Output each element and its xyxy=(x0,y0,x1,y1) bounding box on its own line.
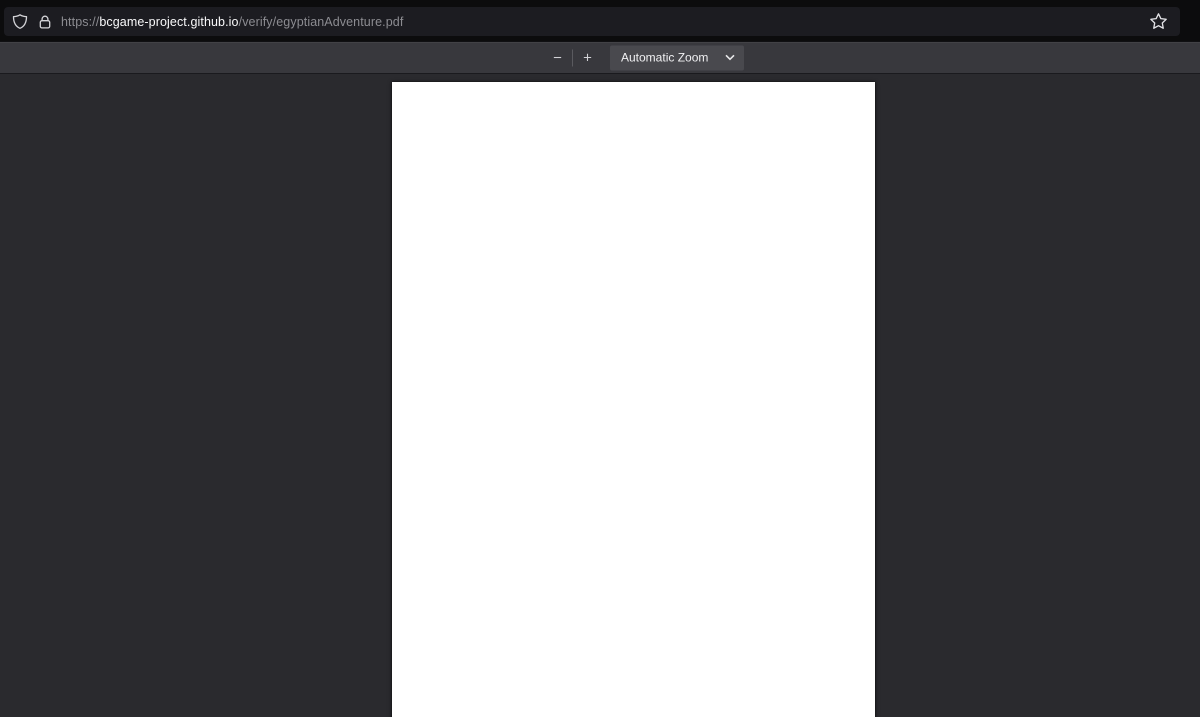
pdf-viewer-area xyxy=(0,74,1200,717)
zoom-out-button[interactable]: − xyxy=(546,45,569,70)
zoom-controls: − + Automatic Zoom xyxy=(546,45,744,70)
zoom-level-value: Automatic Zoom xyxy=(621,50,709,65)
tracking-protection-button[interactable] xyxy=(12,13,28,30)
shield-icon xyxy=(12,13,28,30)
toolbar-separator xyxy=(572,49,573,66)
browser-top-chrome: https://bcgame-project.github.io/verify/… xyxy=(0,0,1200,41)
zoom-level-select[interactable]: Automatic Zoom xyxy=(610,45,744,70)
star-icon xyxy=(1149,12,1168,31)
pdf-viewer-toolbar: − + Automatic Zoom xyxy=(0,41,1200,74)
url-domain: bcgame-project.github.io xyxy=(99,14,239,29)
url-path: /verify/egyptianAdventure.pdf xyxy=(238,14,404,29)
bookmark-button[interactable] xyxy=(1149,12,1168,31)
url-text[interactable]: https://bcgame-project.github.io/verify/… xyxy=(61,15,403,29)
zoom-in-button[interactable]: + xyxy=(576,45,599,70)
site-security-button[interactable] xyxy=(38,14,52,30)
url-scheme: https:// xyxy=(61,14,100,29)
pdf-page xyxy=(392,82,875,717)
chevron-down-icon xyxy=(725,54,735,61)
lock-icon xyxy=(38,14,52,30)
url-bar[interactable]: https://bcgame-project.github.io/verify/… xyxy=(4,7,1180,36)
